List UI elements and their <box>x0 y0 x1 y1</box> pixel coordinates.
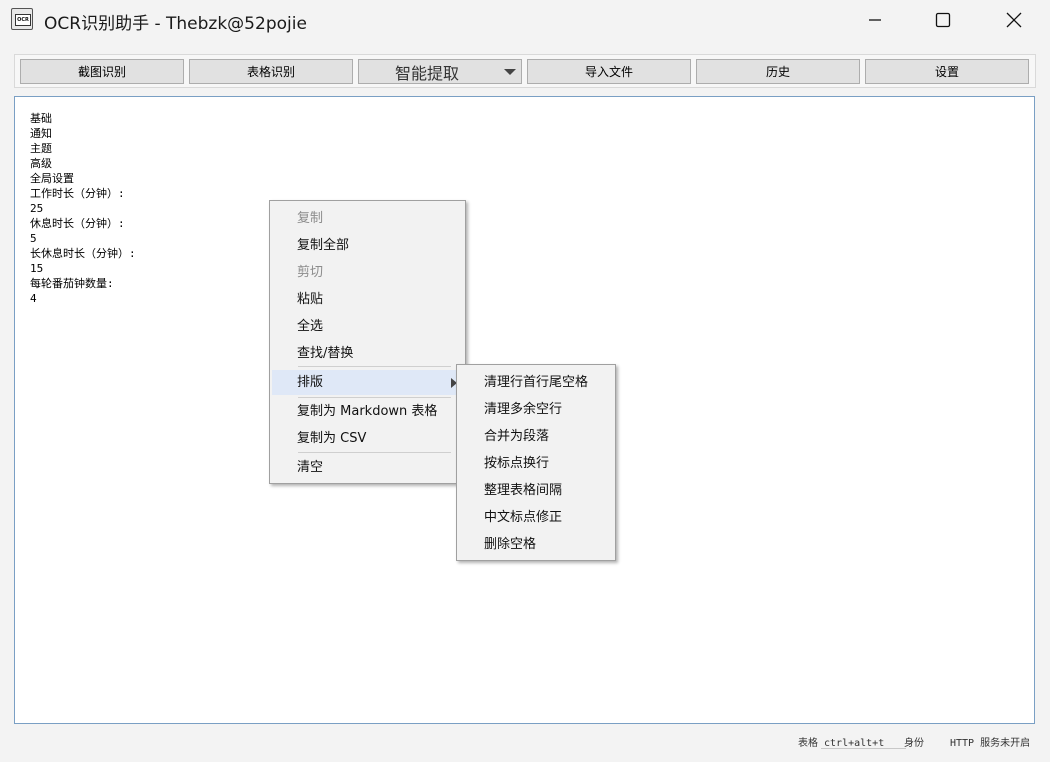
editor-line: 休息时长（分钟）: <box>30 217 125 230</box>
table-ocr-button[interactable]: 表格识别 <box>189 59 353 84</box>
editor-line: 4 <box>30 292 37 305</box>
submenu-item-tidy-table-spacing[interactable]: 整理表格间隔 <box>459 478 613 503</box>
import-file-button[interactable]: 导入文件 <box>527 59 691 84</box>
menu-separator <box>298 452 451 453</box>
editor-line: 通知 <box>30 127 52 140</box>
submenu-item-merge-paragraph[interactable]: 合并为段落 <box>459 424 613 449</box>
minimize-icon <box>869 19 881 21</box>
menu-item-clear[interactable]: 清空 <box>272 455 463 480</box>
title-bar: OCR OCR识别助手 - Thebzk@52pojie <box>0 0 1050 40</box>
editor-line: 工作时长（分钟）: <box>30 187 125 200</box>
menu-item-layout[interactable]: 排版 <box>272 370 463 395</box>
close-icon <box>1006 12 1022 28</box>
close-button[interactable] <box>979 0 1049 40</box>
smart-extract-dropdown[interactable]: 智能提取 <box>358 59 522 84</box>
identity-label: 身份 <box>904 738 924 749</box>
history-button[interactable]: 历史 <box>696 59 860 84</box>
smart-extract-label: 智能提取 <box>395 63 460 83</box>
menu-separator <box>298 366 451 367</box>
editor-line: 长休息时长（分钟）: <box>30 247 136 260</box>
maximize-button[interactable] <box>908 0 978 40</box>
menu-item-copy-csv[interactable]: 复制为 CSV <box>272 426 463 451</box>
app-icon-label: OCR <box>15 14 31 26</box>
maximize-icon <box>935 12 951 28</box>
editor-line: 高级 <box>30 157 52 170</box>
editor-line: 主题 <box>30 142 52 155</box>
editor-line: 每轮番茄钟数量: <box>30 277 114 290</box>
submenu-item-break-by-punct[interactable]: 按标点换行 <box>459 451 613 476</box>
menu-item-select-all[interactable]: 全选 <box>272 314 463 339</box>
chevron-down-icon <box>504 69 516 75</box>
submenu-item-fix-cn-punct[interactable]: 中文标点修正 <box>459 505 613 530</box>
editor-line: 基础 <box>30 112 52 125</box>
menu-item-cut[interactable]: 剪切 <box>272 260 463 285</box>
toolbar: 截图识别 表格识别 智能提取 导入文件 历史 设置 <box>14 54 1036 88</box>
menu-item-copy[interactable]: 复制 <box>272 206 463 231</box>
ocr-result-text: 基础通知主题高级全局设置工作时长（分钟）: 25 休息时长（分钟）: 5 长休息时长（分… <box>30 111 136 306</box>
editor-line: 15 <box>30 262 44 275</box>
context-menu: 复制 复制全部 剪切 粘贴 全选 查找/替换 排版 复制为 Markdown 表… <box>269 200 466 484</box>
screenshot-ocr-button[interactable]: 截图识别 <box>20 59 184 84</box>
layout-submenu: 清理行首行尾空格 清理多余空行 合并为段落 按标点换行 整理表格间隔 中文标点修… <box>456 364 616 561</box>
submenu-item-remove-blank-lines[interactable]: 清理多余空行 <box>459 397 613 422</box>
minimize-button[interactable] <box>840 0 910 40</box>
menu-item-paste[interactable]: 粘贴 <box>272 287 463 312</box>
submenu-item-delete-spaces[interactable]: 删除空格 <box>459 532 613 557</box>
submenu-item-trim-lines[interactable]: 清理行首行尾空格 <box>459 370 613 395</box>
menu-item-copy-markdown[interactable]: 复制为 Markdown 表格 <box>272 399 463 424</box>
editor-line: 5 <box>30 232 37 245</box>
hotkey-field-underline[interactable] <box>821 732 906 749</box>
http-status-label: HTTP 服务未开启 <box>950 738 1031 749</box>
editor-line: 25 <box>30 202 44 215</box>
settings-button[interactable]: 设置 <box>865 59 1029 84</box>
app-icon: OCR <box>11 8 33 30</box>
menu-separator <box>298 397 451 398</box>
window-title: OCR识别助手 - Thebzk@52pojie <box>44 14 307 34</box>
menu-item-find-replace[interactable]: 查找/替换 <box>272 341 463 366</box>
editor-line: 全局设置 <box>30 172 74 185</box>
menu-item-layout-label: 排版 <box>297 375 324 390</box>
menu-item-copy-all[interactable]: 复制全部 <box>272 233 463 258</box>
